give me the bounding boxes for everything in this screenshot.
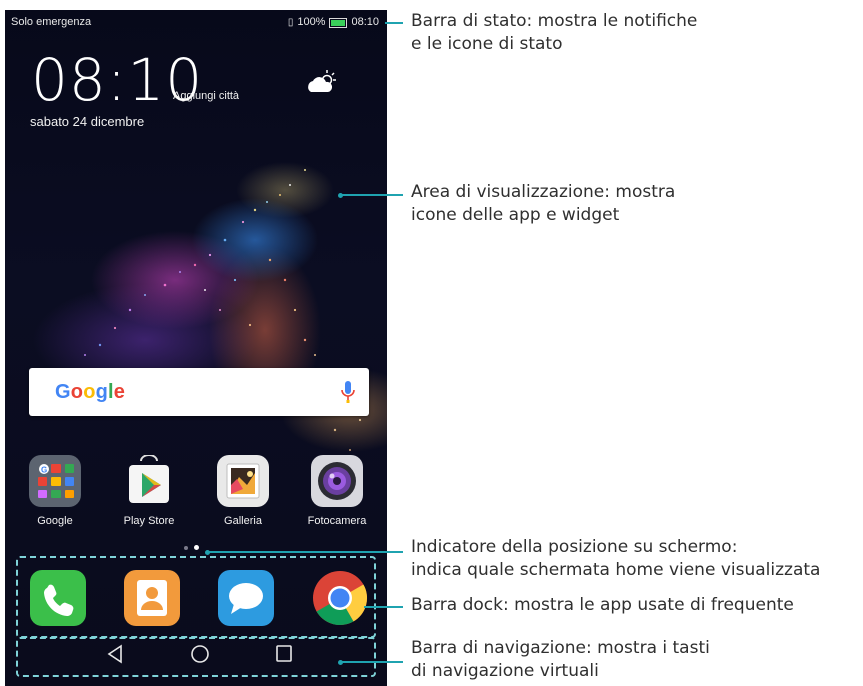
callout-line: e le icone di stato xyxy=(411,34,563,54)
camera-icon xyxy=(311,455,363,507)
dock-app-messages[interactable] xyxy=(218,570,274,626)
callout-line: Barra di navigazione: mostra i tasti xyxy=(411,638,710,658)
phone-icon xyxy=(44,584,74,616)
app-gallery[interactable]: Galleria xyxy=(203,455,283,527)
status-bar: Solo emergenza ▯ 100% 08:10 xyxy=(5,10,387,34)
callout-line: icone delle app e widget xyxy=(411,205,620,225)
app-label: Galleria xyxy=(224,515,262,527)
callout-position-indicator: Indicatore della posizione su schermo: i… xyxy=(411,536,820,582)
callout-line: indica quale schermata home viene visual… xyxy=(411,560,821,580)
clock-widget[interactable]: 08:10 xyxy=(31,46,203,114)
callout-nav-bar: Barra di navigazione: mostra i tasti di … xyxy=(411,637,710,683)
messages-icon xyxy=(229,583,263,614)
app-label: Play Store xyxy=(123,515,175,527)
status-icons: ▯ 100% 08:10 xyxy=(288,16,379,28)
google-logo: Google xyxy=(55,381,126,403)
carrier-label: Solo emergenza xyxy=(11,16,92,28)
status-bar-leader xyxy=(385,22,403,24)
dock-app-contacts[interactable] xyxy=(124,570,180,626)
gallery-icon xyxy=(217,455,269,507)
svg-text:G: G xyxy=(41,466,47,475)
sim-icon: ▯ xyxy=(287,16,294,28)
status-time: 08:10 xyxy=(351,16,379,28)
nav-bar-leader xyxy=(341,661,403,663)
chrome-icon xyxy=(313,571,368,626)
back-icon[interactable] xyxy=(106,644,124,669)
google-search-bar[interactable]: Google xyxy=(29,368,369,416)
recents-icon[interactable] xyxy=(275,644,293,669)
partly-sunny-icon[interactable] xyxy=(305,68,339,99)
add-city-link[interactable]: Aggiungi città xyxy=(173,90,239,102)
contacts-icon xyxy=(137,580,167,616)
date-label: sabato 24 dicembre xyxy=(30,114,145,129)
mic-icon[interactable] xyxy=(341,380,355,409)
callout-line: Area di visualizzazione: mostra xyxy=(411,182,676,202)
app-label: Fotocamera xyxy=(307,515,367,527)
callout-display-area: Area di visualizzazione: mostra icone de… xyxy=(411,181,675,227)
dock-leader xyxy=(364,606,403,608)
callout-line: Barra di stato: mostra le notifiche xyxy=(411,11,698,31)
callout-line: di navigazione virtuali xyxy=(411,661,599,681)
home-icon[interactable] xyxy=(190,644,210,669)
page-indicator xyxy=(184,545,199,550)
callout-status-bar: Barra di stato: mostra le notifiche e le… xyxy=(411,10,697,56)
dock-app-chrome[interactable] xyxy=(312,570,368,626)
battery-icon xyxy=(329,17,348,28)
display-area-leader xyxy=(341,194,403,196)
app-google-folder[interactable]: G Google xyxy=(15,455,95,527)
callout-line: Barra dock: mostra le app usate di frequ… xyxy=(411,595,794,615)
play-store-icon xyxy=(123,454,175,507)
app-label: Google xyxy=(37,515,73,527)
battery-percent: 100% xyxy=(297,16,326,28)
dock-app-phone[interactable] xyxy=(30,570,86,626)
page-dot-active[interactable] xyxy=(194,545,199,550)
position-indicator-leader xyxy=(208,551,403,553)
callout-dock-bar: Barra dock: mostra le app usate di frequ… xyxy=(411,594,794,617)
app-camera[interactable]: Fotocamera xyxy=(297,455,377,527)
page-dot[interactable] xyxy=(184,546,188,550)
callout-line: Indicatore della posizione su schermo: xyxy=(411,537,738,557)
google-folder-icon: G xyxy=(29,455,81,507)
app-play-store[interactable]: Play Store xyxy=(109,454,189,527)
